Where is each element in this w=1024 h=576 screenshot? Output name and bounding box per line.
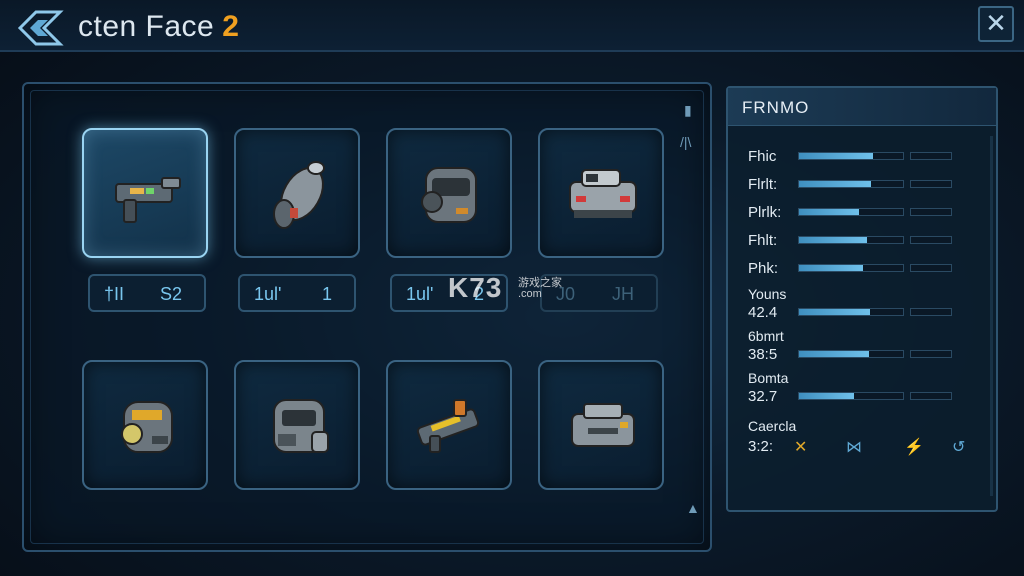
stat-bar-3 bbox=[798, 208, 904, 216]
watermark: K73 游戏之家 .com bbox=[448, 272, 578, 308]
stat-bar-4 bbox=[798, 236, 904, 244]
stat-bar-2 bbox=[798, 180, 904, 188]
game-logo-icon bbox=[17, 10, 64, 46]
stats-panel: FRNMO Fhic Flrlt: Plrlk: Fhlt: Phk: Youn… bbox=[726, 86, 998, 512]
armored-helmet-icon bbox=[421, 167, 477, 223]
inventory-slot-yellow-blaster[interactable] bbox=[386, 360, 512, 490]
title-number: 2 bbox=[222, 10, 240, 43]
supply-crate-icon bbox=[571, 403, 635, 447]
value-bar-1 bbox=[798, 308, 904, 316]
stat-label-4: Fhlt: bbox=[748, 232, 778, 249]
stat-label-3: Plrlk: bbox=[748, 204, 782, 221]
stat-bar-4-fill bbox=[799, 237, 867, 243]
value-bar-2-fill bbox=[799, 351, 869, 357]
hover-bike-icon bbox=[273, 161, 325, 229]
scroll-down-icon[interactable]: ▲ bbox=[686, 500, 700, 516]
stat-label-5: Phk: bbox=[748, 260, 779, 277]
stat-bar-2-fill bbox=[799, 181, 871, 187]
inventory-slot-supply-crate[interactable] bbox=[538, 360, 664, 490]
inventory-slot-blaster-rifle[interactable] bbox=[82, 128, 208, 258]
value-bar-1-fill bbox=[799, 309, 870, 315]
close-button[interactable]: ✕ bbox=[978, 6, 1014, 42]
value-number-3: 32.7 bbox=[748, 388, 778, 405]
inventory-slot-visor-helmet[interactable] bbox=[82, 360, 208, 490]
value-bar-1-secondary bbox=[910, 308, 952, 316]
stat-bar-5 bbox=[798, 264, 904, 272]
title-text: cten Face bbox=[78, 10, 215, 43]
stat-bar-5-fill bbox=[799, 265, 864, 271]
game-title: cten Face 2 bbox=[78, 10, 239, 44]
signal-icon: /|\ bbox=[680, 134, 692, 150]
stat-bar-4-secondary bbox=[910, 236, 952, 244]
panel-scrollbar[interactable] bbox=[990, 136, 993, 496]
slot-stat-2-b: 1 bbox=[321, 284, 332, 304]
slot-stat-4-b: JH bbox=[612, 284, 634, 304]
battery-icon: ▮ bbox=[684, 102, 692, 118]
stat-bar-1-secondary bbox=[910, 152, 952, 160]
stat-bar-3-secondary bbox=[910, 208, 952, 216]
slot-stat-1-b: S2 bbox=[159, 284, 182, 304]
slot-stat-1: †II S2 bbox=[88, 274, 206, 312]
value-label-1: Youns bbox=[748, 286, 787, 302]
value-bar-3-fill bbox=[799, 393, 855, 399]
stat-label-2: Flrlt: bbox=[748, 176, 778, 193]
watermark-line2: .com bbox=[518, 288, 542, 300]
top-bar: cten Face 2 ✕ bbox=[0, 0, 1024, 52]
value-bar-3 bbox=[798, 392, 904, 400]
inventory-slot-armored-helmet[interactable] bbox=[386, 128, 512, 258]
stat-bar-5-secondary bbox=[910, 264, 952, 272]
value-bar-3-secondary bbox=[910, 392, 952, 400]
crossed-swords-icon[interactable]: ✕ bbox=[794, 437, 807, 457]
visor-helmet-icon bbox=[121, 401, 173, 453]
refresh-icon[interactable]: ↺ bbox=[952, 437, 965, 457]
value-number-1: 42.4 bbox=[748, 304, 778, 321]
stat-bar-2-secondary bbox=[910, 180, 952, 188]
slot-stat-2-a: 1ul' bbox=[254, 284, 282, 304]
inventory-slot-armored-buggy[interactable] bbox=[538, 128, 664, 258]
heavy-helmet-icon bbox=[273, 399, 329, 453]
value-bar-2 bbox=[798, 350, 904, 358]
slot-stat-2: 1ul' 1 bbox=[238, 274, 356, 312]
panel-header: FRNMO bbox=[728, 88, 996, 126]
inventory-grid: †II S2 1ul' 1 1ul' 2 J0 JH ▮ /|\ ▲ bbox=[22, 82, 712, 552]
watermark-logo: K73 bbox=[448, 272, 503, 303]
slot-stat-1-a: †II bbox=[104, 284, 125, 304]
blaster-rifle-icon bbox=[115, 177, 181, 223]
value-bar-2-secondary bbox=[910, 350, 952, 358]
lightning-icon[interactable]: ⚡ bbox=[904, 437, 924, 457]
footer-value: 3:2: bbox=[748, 438, 774, 455]
inventory-slot-heavy-helmet[interactable] bbox=[234, 360, 360, 490]
stat-bar-3-fill bbox=[799, 209, 860, 215]
stat-bar-1-fill bbox=[799, 153, 873, 159]
armored-buggy-icon bbox=[569, 169, 637, 218]
stat-label-1: Fhic bbox=[748, 148, 777, 165]
value-number-2: 38:5 bbox=[748, 346, 778, 363]
value-label-3: Bomta bbox=[748, 370, 789, 386]
inventory-slot-hover-bike[interactable] bbox=[234, 128, 360, 258]
panel-title: FRNMO bbox=[742, 98, 810, 117]
yellow-blaster-icon bbox=[416, 399, 480, 453]
wings-icon[interactable]: ⋈ bbox=[846, 437, 862, 457]
footer-label: Caercla bbox=[748, 418, 797, 434]
value-label-2: 6bmrt bbox=[748, 328, 784, 344]
slot-stat-3-a: 1ul' bbox=[406, 284, 434, 304]
stat-bar-1 bbox=[798, 152, 904, 160]
